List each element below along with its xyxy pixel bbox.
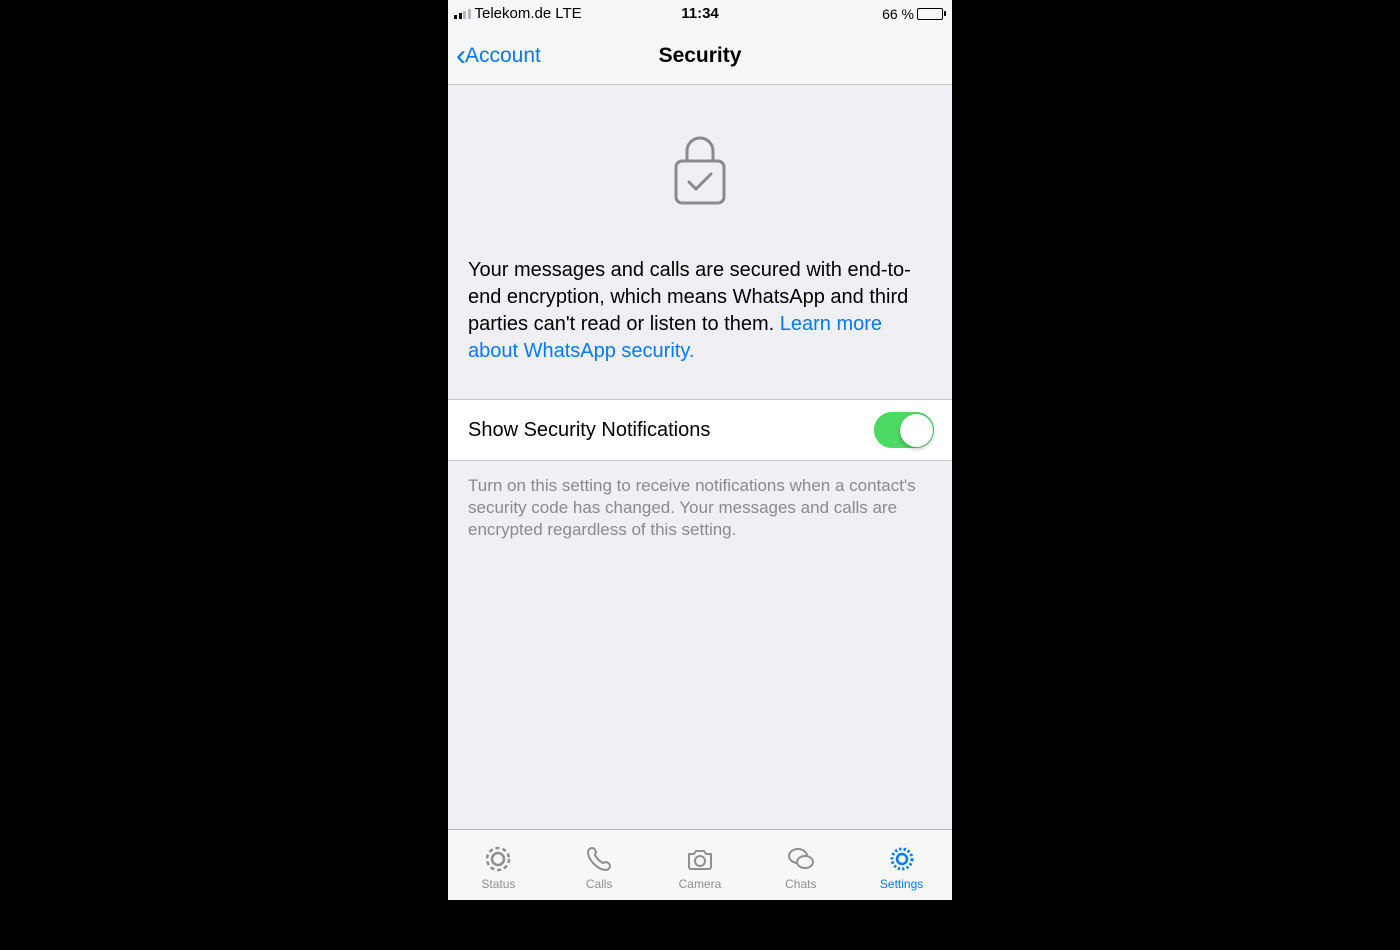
- setting-label: Show Security Notifications: [468, 419, 874, 442]
- clock-label: 11:34: [681, 5, 719, 22]
- tab-bar: Status Calls Camera Chats: [448, 829, 952, 900]
- show-security-notifications-row: Show Security Notifications: [448, 399, 952, 461]
- tab-camera[interactable]: Camera: [650, 830, 751, 900]
- phone-icon: [584, 844, 614, 874]
- status-bar: Telekom.de LTE 11:34 66 %: [448, 0, 952, 27]
- tab-label: Chats: [785, 877, 816, 891]
- tab-settings[interactable]: Settings: [851, 830, 952, 900]
- back-label: Account: [465, 44, 541, 68]
- setting-footer-note: Turn on this setting to receive notifica…: [448, 461, 952, 555]
- encryption-description: Your messages and calls are secured with…: [468, 257, 932, 365]
- gear-icon: [887, 844, 917, 874]
- nav-bar: ‹ Account Security: [448, 27, 952, 85]
- status-bar-left: Telekom.de LTE: [454, 5, 582, 22]
- tab-calls[interactable]: Calls: [549, 830, 650, 900]
- tab-label: Camera: [679, 877, 722, 891]
- toggle-knob: [900, 414, 933, 447]
- tab-label: Calls: [586, 877, 613, 891]
- security-notifications-toggle[interactable]: [874, 412, 934, 448]
- hero-section: Your messages and calls are secured with…: [448, 85, 952, 399]
- carrier-label: Telekom.de: [475, 5, 552, 22]
- page-title: Security: [659, 44, 742, 68]
- content-area: Your messages and calls are secured with…: [448, 85, 952, 829]
- tab-chats[interactable]: Chats: [750, 830, 851, 900]
- signal-icon: [454, 8, 471, 19]
- lock-check-icon: [468, 133, 932, 207]
- tab-status[interactable]: Status: [448, 830, 549, 900]
- status-icon: [483, 844, 513, 874]
- camera-icon: [685, 844, 715, 874]
- tab-label: Status: [481, 877, 515, 891]
- phone-screen: Telekom.de LTE 11:34 66 % ‹ Account Secu…: [448, 0, 952, 900]
- network-label: LTE: [555, 5, 581, 22]
- tab-label: Settings: [880, 877, 923, 891]
- chats-icon: [786, 844, 816, 874]
- battery-icon: [917, 8, 946, 20]
- status-bar-right: 66 %: [882, 6, 946, 22]
- back-button[interactable]: ‹ Account: [448, 41, 541, 71]
- battery-pct-label: 66 %: [882, 6, 914, 22]
